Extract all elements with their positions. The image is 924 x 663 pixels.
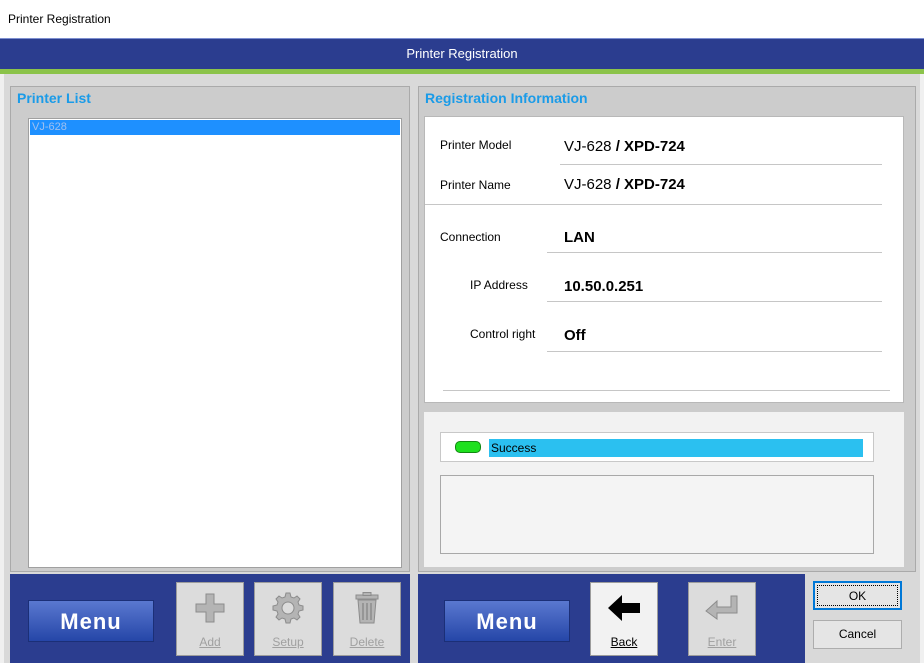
printer-list-title: Printer List: [17, 90, 91, 106]
printer-name-value: VJ-628 / XPD-724: [564, 176, 685, 193]
back-button[interactable]: Back: [590, 582, 658, 656]
window-titlebar: Printer Registration: [0, 0, 924, 38]
printer-model-value-prefix: VJ-628: [564, 138, 612, 155]
ok-button[interactable]: OK: [813, 581, 902, 610]
enter-icon: [689, 591, 755, 625]
status-highlight: [489, 439, 863, 457]
back-label: Back: [610, 635, 638, 649]
trash-icon: [334, 591, 400, 625]
setup-button[interactable]: Setup: [254, 582, 322, 656]
right-menu-button[interactable]: Menu: [444, 600, 570, 642]
divider: [547, 252, 882, 253]
ip-address-value: 10.50.0.251: [564, 278, 644, 295]
divider: [547, 301, 882, 302]
divider: [443, 390, 890, 391]
header-title: Printer Registration: [406, 46, 518, 61]
message-box: [440, 475, 874, 554]
add-icon: [177, 591, 243, 625]
add-button[interactable]: Add: [176, 582, 244, 656]
status-led-icon: [455, 441, 481, 453]
status-area: Success: [424, 412, 904, 567]
enter-label: Enter: [707, 635, 737, 649]
printer-name-value-suffix: / XPD-724: [611, 176, 685, 193]
registration-title: Registration Information: [425, 90, 588, 106]
control-right-label: Control right: [470, 327, 536, 341]
delete-label: Delete: [349, 635, 385, 649]
printer-name-value-prefix: VJ-628: [564, 176, 612, 193]
setup-label: Setup: [272, 635, 304, 649]
divider: [560, 164, 882, 165]
gear-icon: [255, 591, 321, 625]
delete-button[interactable]: Delete: [333, 582, 401, 656]
divider: [425, 204, 882, 205]
status-bar: Success: [440, 432, 874, 462]
arrow-left-icon: [591, 591, 657, 625]
header-bar: Printer Registration: [0, 38, 924, 69]
printer-list[interactable]: VJ-628: [28, 118, 402, 568]
window-title: Printer Registration: [8, 12, 111, 26]
left-menu-button[interactable]: Menu: [28, 600, 154, 642]
enter-button[interactable]: Enter: [688, 582, 756, 656]
connection-value: LAN: [564, 229, 595, 246]
ip-address-label: IP Address: [470, 278, 528, 292]
control-right-value: Off: [564, 327, 586, 344]
printer-model-label: Printer Model: [440, 138, 512, 152]
printer-name-label: Printer Name: [440, 178, 511, 192]
registration-info-box: Printer Model VJ-628 / XPD-724 Printer N…: [424, 116, 904, 403]
printer-model-value-suffix: / XPD-724: [611, 138, 685, 155]
printer-model-value: VJ-628 / XPD-724: [564, 138, 685, 155]
divider: [547, 351, 882, 352]
connection-label: Connection: [440, 230, 501, 244]
printer-list-item[interactable]: VJ-628: [30, 120, 400, 135]
cancel-button[interactable]: Cancel: [813, 620, 902, 649]
status-text: Success: [491, 441, 537, 455]
add-label: Add: [199, 635, 221, 649]
